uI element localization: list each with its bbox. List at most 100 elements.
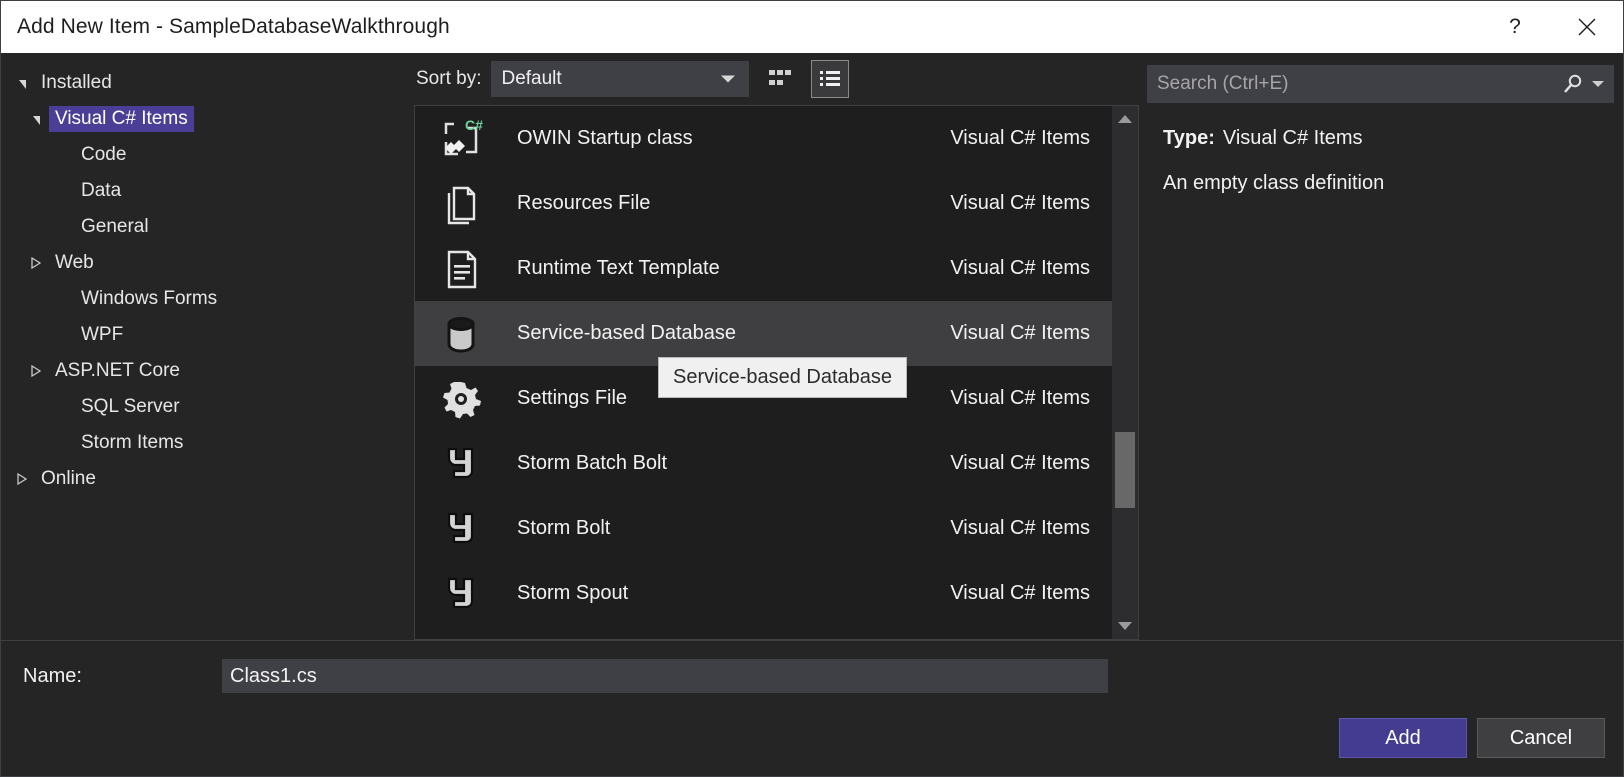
triangle-down-glyph (19, 80, 26, 89)
template-name: Service-based Database (489, 322, 950, 345)
triangle-right-icon[interactable] (23, 256, 49, 270)
tree-item-wpf[interactable]: WPF (1, 317, 414, 353)
triangle-right-icon[interactable] (23, 364, 49, 378)
close-button[interactable] (1551, 1, 1623, 53)
tree-item-web[interactable]: Web (1, 245, 414, 281)
tree-item-label: Web (49, 250, 100, 276)
name-field[interactable] (222, 659, 1108, 693)
chevron-down-icon[interactable] (1592, 81, 1604, 87)
list-view-icon (818, 68, 842, 90)
tree-item-code[interactable]: Code (1, 137, 414, 173)
row-icon (433, 376, 489, 422)
template-name: Resources File (489, 192, 950, 215)
triangle-right-glyph (30, 364, 42, 378)
scroll-up-button[interactable] (1112, 106, 1138, 132)
template-list-row[interactable]: Storm SpoutVisual C# Items (415, 561, 1112, 626)
template-list[interactable]: C#OWIN Startup classVisual C# ItemsResou… (415, 106, 1112, 639)
add-button[interactable]: Add (1339, 718, 1467, 758)
tiles-view-icon (768, 68, 792, 90)
sort-by-value: Default (491, 68, 561, 90)
storm-bolt-icon (438, 441, 484, 487)
question-mark-icon: ? (1509, 15, 1521, 39)
window-controls: ? (1479, 1, 1623, 53)
details-pane: Search (Ctrl+E) Type:Visual C# Items An … (1139, 53, 1623, 640)
triangle-right-glyph (30, 256, 42, 270)
row-icon (433, 311, 489, 357)
template-name: Storm Batch Bolt (489, 452, 950, 475)
sort-by-label: Sort by: (416, 68, 481, 90)
tree-item-label: Installed (35, 70, 118, 96)
tree-item-visual-c-items[interactable]: Visual C# Items (1, 101, 414, 137)
title-bar: Add New Item - SampleDatabaseWalkthrough… (1, 1, 1623, 53)
template-category: Visual C# Items (950, 322, 1112, 345)
template-list-row[interactable]: C#OWIN Startup classVisual C# Items (415, 106, 1112, 171)
cancel-button[interactable]: Cancel (1477, 718, 1605, 758)
tree-item-label: Visual C# Items (49, 106, 194, 132)
tree-item-windows-forms[interactable]: Windows Forms (1, 281, 414, 317)
sort-by-select[interactable]: Default (491, 61, 749, 97)
tree-item-installed[interactable]: Installed (1, 65, 414, 101)
tree-item-label: Windows Forms (75, 286, 223, 312)
tree-item-label: WPF (75, 322, 129, 348)
template-list-row[interactable]: Service-based DatabaseVisual C# Items (415, 301, 1112, 366)
row-icon (433, 571, 489, 617)
template-name: Runtime Text Template (489, 257, 950, 280)
help-button[interactable]: ? (1479, 1, 1551, 53)
row-icon (433, 246, 489, 292)
triangle-right-glyph (16, 472, 28, 486)
tree-item-storm-items[interactable]: Storm Items (1, 425, 414, 461)
tree-item-label: Data (75, 178, 127, 204)
scroll-track[interactable] (1112, 132, 1138, 613)
tree-item-label: SQL Server (75, 394, 186, 420)
template-list-container: C#OWIN Startup classVisual C# ItemsResou… (414, 105, 1139, 640)
tree-item-label: Storm Items (75, 430, 189, 456)
detail-type-label: Type: (1163, 127, 1215, 149)
template-name: Storm Bolt (489, 517, 950, 540)
add-new-item-dialog: Add New Item - SampleDatabaseWalkthrough… (0, 0, 1624, 777)
template-category: Visual C# Items (950, 582, 1112, 605)
tree-item-asp-net-core[interactable]: ASP.NET Core (1, 353, 414, 389)
list-toolbar: Sort by: Default (414, 53, 1139, 105)
footer-buttons: Add Cancel (1339, 718, 1605, 758)
template-list-row[interactable]: Storm Batch BoltVisual C# Items (415, 431, 1112, 496)
dialog-body: Installed Visual C# Items Code Data General W… (1, 53, 1623, 640)
template-name: Settings File (489, 387, 950, 410)
template-list-row[interactable]: Settings FileVisual C# Items (415, 366, 1112, 431)
details-info: Type:Visual C# Items An empty class defi… (1139, 103, 1623, 195)
list-view-button[interactable] (811, 60, 849, 98)
tree-item-label: ASP.NET Core (49, 358, 186, 384)
scroll-thumb[interactable] (1115, 432, 1135, 508)
tree-item-label: Online (35, 466, 102, 492)
detail-description: An empty class definition (1163, 172, 1623, 195)
tree-item-online[interactable]: Online (1, 461, 414, 497)
owin-startup-class-icon: C# (438, 116, 484, 162)
template-list-row[interactable]: Storm BoltVisual C# Items (415, 496, 1112, 561)
template-category: Visual C# Items (950, 192, 1112, 215)
dialog-title: Add New Item - SampleDatabaseWalkthrough (17, 15, 450, 39)
storm-bolt-icon (438, 571, 484, 617)
tree-item-sql-server[interactable]: SQL Server (1, 389, 414, 425)
name-row: Name: (1, 641, 1623, 693)
row-icon (433, 181, 489, 227)
tree-item-data[interactable]: Data (1, 173, 414, 209)
search-input[interactable]: Search (Ctrl+E) (1147, 65, 1614, 103)
resources-file-icon (438, 181, 484, 227)
tiles-view-button[interactable] (761, 60, 799, 98)
template-list-row[interactable]: Resources FileVisual C# Items (415, 171, 1112, 236)
storm-bolt-icon (438, 506, 484, 552)
runtime-text-template-icon (438, 246, 484, 292)
name-label: Name: (1, 665, 222, 688)
template-category: Visual C# Items (950, 127, 1112, 150)
scroll-down-button[interactable] (1112, 613, 1138, 639)
template-list-row[interactable]: Runtime Text TemplateVisual C# Items (415, 236, 1112, 301)
template-category: Visual C# Items (950, 517, 1112, 540)
template-category: Visual C# Items (950, 387, 1112, 410)
triangle-down-icon[interactable] (23, 115, 49, 124)
tree-item-general[interactable]: General (1, 209, 414, 245)
list-scrollbar[interactable] (1112, 106, 1138, 639)
triangle-right-icon[interactable] (9, 472, 35, 486)
dialog-footer: Name: Add Cancel (1, 640, 1623, 776)
tree-item-label: Code (75, 142, 132, 168)
triangle-down-icon[interactable] (9, 79, 35, 88)
search-icon[interactable] (1562, 73, 1584, 95)
